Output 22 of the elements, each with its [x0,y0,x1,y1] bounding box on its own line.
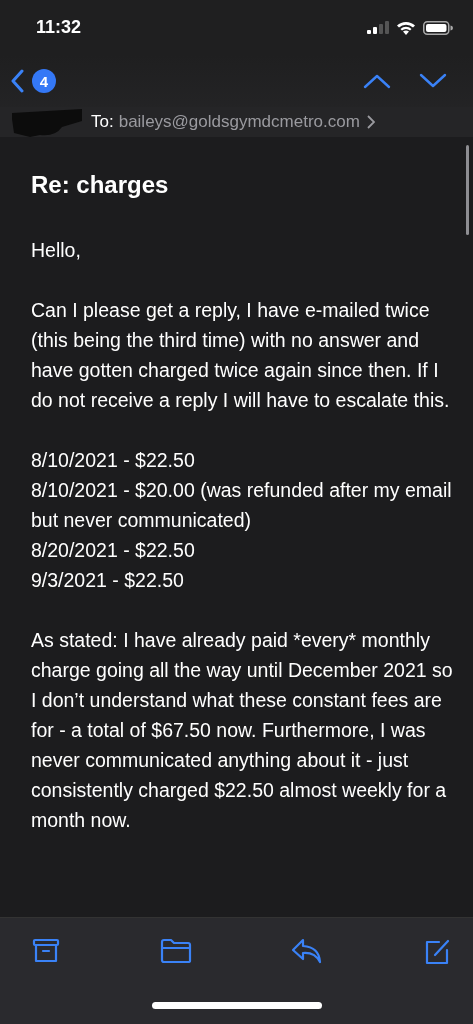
folder-icon[interactable] [159,938,192,964]
clock-time: 11:32 [36,17,82,38]
battery-icon [423,20,453,35]
body-paragraph: Hello, [31,238,82,263]
email-subject: Re: charges [31,170,170,200]
back-chevron-icon[interactable] [10,69,24,93]
reply-icon[interactable] [291,938,324,964]
chevron-icon[interactable] [366,115,375,129]
previous-message-icon[interactable] [363,73,391,89]
body-paragraph: Can I please get a reply, I have e-mailed twice (this being the third time) with no answer and have gotten charged twice again since then. If I do not receive a reply I will have to escalate this. [31,298,451,413]
charge-line: 8/20/2021 - $22.50 [31,538,196,563]
archive-icon[interactable] [32,938,60,964]
recipient-address[interactable]: baileys@goldsgymdcmetro.com [118,112,360,132]
charge-line: 8/10/2021 - $20.00 (was refunded after my email but never communicated) [31,478,453,533]
unread-count-badge[interactable]: 4 [32,69,56,93]
signal-icon [367,21,389,34]
body-paragraph: As stated: I have already paid *every* monthly charge going all the way until December 2021 so I don’t understand what these constant fees are for - a total of $67.50 now. Furthermore, I was never communicated anything about it - just consistently charged $22.50 almost weekly for a month now. [31,628,454,833]
wifi-icon [396,20,416,35]
charge-line: 8/10/2021 - $22.50 [31,448,196,473]
charge-line: 9/3/2021 - $22.50 [31,568,185,593]
to-label: To: [91,112,114,132]
next-message-icon[interactable] [419,73,447,89]
